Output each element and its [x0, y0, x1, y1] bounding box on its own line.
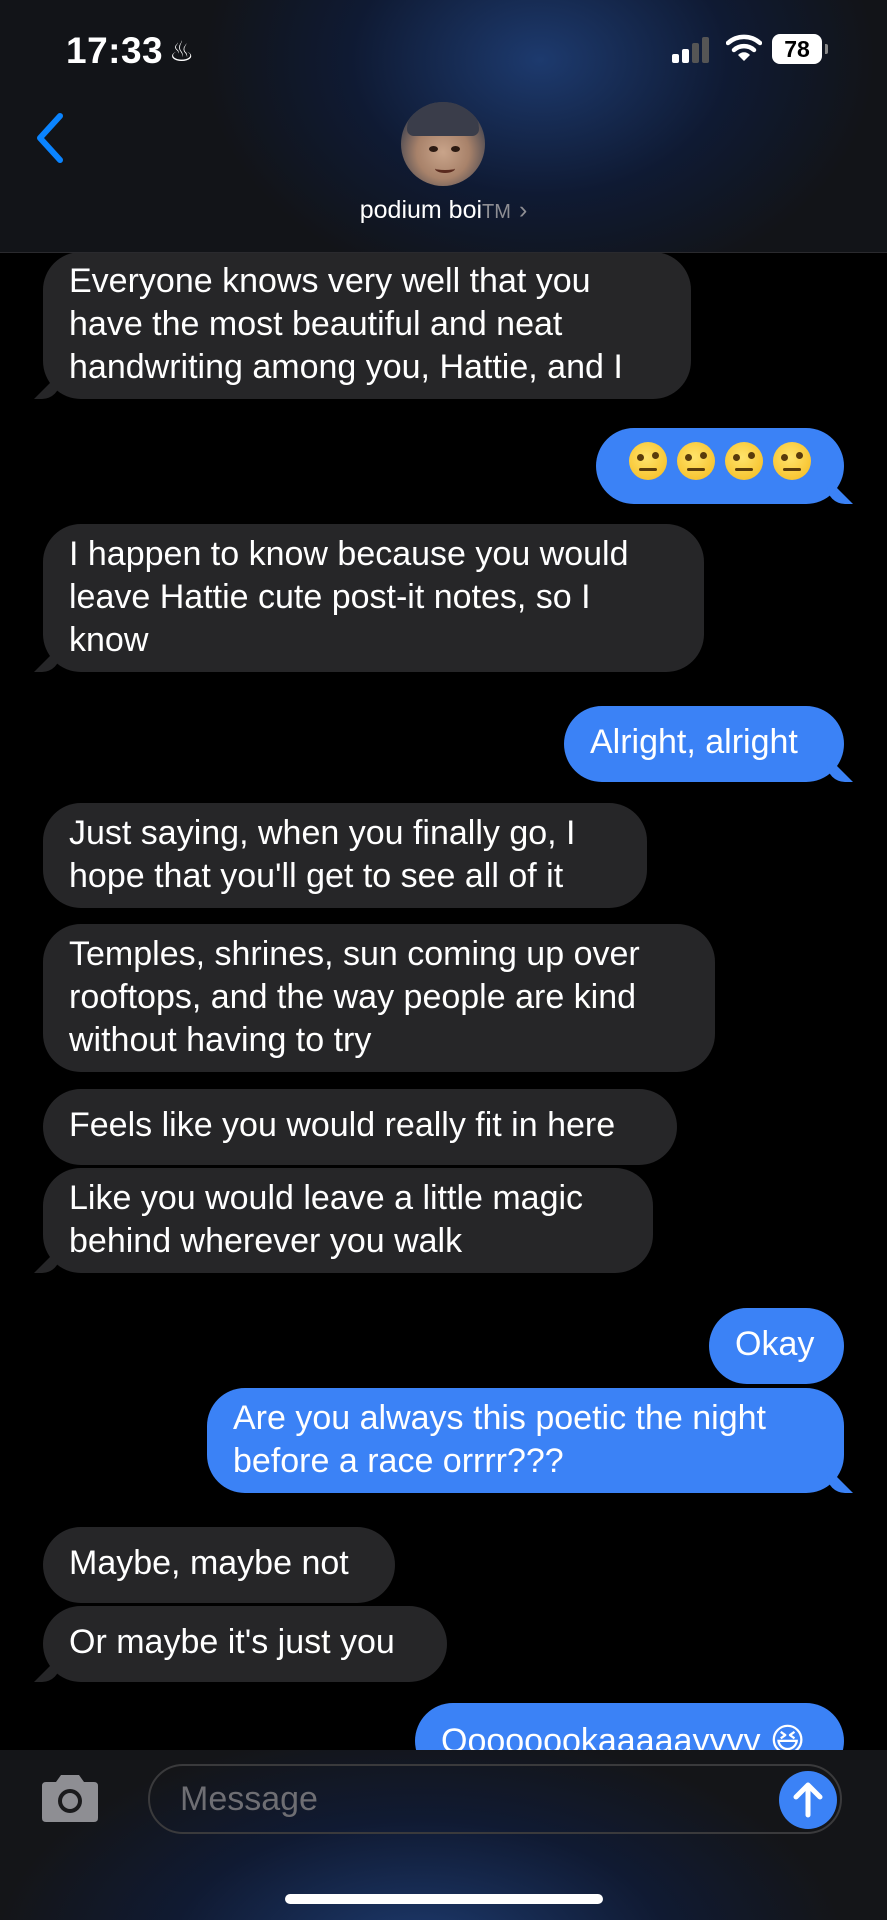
status-time: 17:33 ♨	[66, 30, 195, 72]
incoming-message[interactable]: Just saying, when you finally go, I hope…	[43, 803, 647, 908]
status-time-text: 17:33	[66, 30, 164, 71]
message-text: Maybe, maybe not	[69, 1544, 349, 1582]
message-text: Just saying, when you finally go, I hope…	[69, 814, 576, 895]
chevron-right-icon: ›	[518, 196, 528, 224]
incoming-message[interactable]: Temples, shrines, sun coming up over roo…	[43, 924, 715, 1072]
face-with-raised-eyebrow-icon	[629, 442, 667, 480]
incoming-message[interactable]: Feels like you would really fit in here	[43, 1089, 677, 1165]
outgoing-message[interactable]: Okay	[709, 1308, 844, 1384]
contact-avatar[interactable]	[401, 102, 485, 186]
incoming-message[interactable]: Everyone knows very well that you have t…	[43, 252, 691, 399]
message-text: Or maybe it's just you	[69, 1623, 395, 1661]
incoming-message[interactable]: I happen to know because you would leave…	[43, 524, 704, 672]
message-text: Are you always this poetic the night bef…	[233, 1399, 766, 1480]
wifi-icon	[726, 34, 762, 61]
message-text: Everyone knows very well that you have t…	[69, 262, 623, 386]
trademark-label: TM	[482, 201, 511, 223]
message-composer	[0, 1750, 887, 1920]
message-text: Temples, shrines, sun coming up over roo…	[69, 935, 640, 1059]
send-button[interactable]	[779, 1771, 837, 1829]
message-input[interactable]	[148, 1764, 842, 1834]
home-indicator[interactable]	[285, 1894, 603, 1904]
message-text: I happen to know because you would leave…	[69, 535, 629, 659]
face-with-raised-eyebrow-icon	[773, 442, 811, 480]
message-text: Okay	[735, 1325, 815, 1363]
incoming-message[interactable]: Or maybe it's just you	[43, 1606, 447, 1682]
avatar-eye	[451, 146, 460, 152]
incoming-message[interactable]: Like you would leave a little magic behi…	[43, 1168, 653, 1273]
incoming-message[interactable]: Maybe, maybe not	[43, 1527, 395, 1603]
message-text: Feels like you would really fit in here	[69, 1106, 616, 1144]
conversation-header: 17:33 ♨ 78 podium boiTM ›	[0, 0, 887, 253]
message-text: Like you would leave a little magic behi…	[69, 1179, 584, 1260]
message-text: Alright, alright	[590, 723, 798, 761]
face-with-raised-eyebrow-icon	[677, 442, 715, 480]
camera-icon[interactable]	[36, 1770, 104, 1826]
avatar-cap	[407, 102, 479, 136]
arrow-up-icon	[793, 1782, 823, 1818]
avatar-mouth	[435, 164, 455, 173]
battery-indicator: 78	[772, 34, 828, 64]
flame-icon: ♨	[169, 36, 195, 67]
face-with-raised-eyebrow-icon	[725, 442, 763, 480]
avatar-eye	[429, 146, 438, 152]
contact-name: podium boi	[359, 196, 483, 224]
outgoing-message[interactable]: Alright, alright	[564, 706, 844, 782]
contact-name-button[interactable]: podium boiTM ›	[0, 196, 887, 225]
back-button[interactable]	[32, 110, 72, 166]
outgoing-message[interactable]: Are you always this poetic the night bef…	[207, 1388, 844, 1493]
cellular-signal-icon	[672, 37, 712, 63]
outgoing-message[interactable]	[596, 428, 844, 504]
